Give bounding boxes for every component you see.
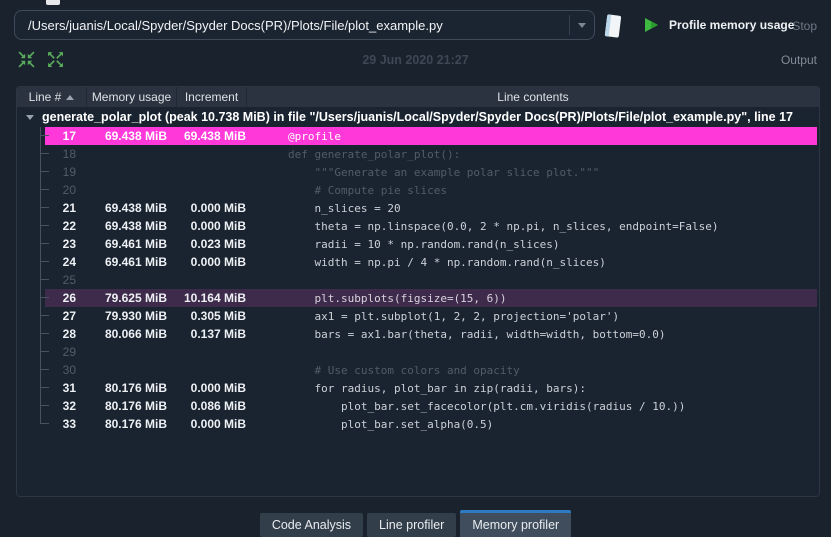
header-line-number[interactable]: Line #	[17, 87, 87, 107]
line-number-cell: 24	[62, 255, 76, 269]
profile-button-label: Profile memory usage	[669, 18, 795, 32]
function-root-label: generate_polar_plot (peak 10.738 MiB) in…	[42, 110, 793, 124]
memory-usage-cell: 80.176 MiB	[104, 381, 167, 395]
table-row[interactable]: 22 69.438 MiB 0.000 MiB theta = np.linspac…	[40, 217, 817, 235]
line-number-cell: 21	[62, 201, 76, 215]
memory-usage-cell: 79.930 MiB	[104, 309, 167, 323]
memory-usage-cell: 69.438 MiB	[104, 201, 167, 215]
increment-cell: 0.023 MiB	[190, 237, 246, 251]
code-cell: ax1 = plt.subplot(1, 2, 2, projection='p…	[288, 309, 620, 323]
profile-memory-usage-button[interactable]: Profile memory usage	[642, 16, 794, 34]
line-number-cell: 19	[62, 165, 76, 179]
code-cell: plot_bar.set_facecolor(plt.cm.viridis(ra…	[288, 399, 686, 413]
profiler-tabbar: Code Analysis Line profiler Memory profile…	[0, 508, 831, 537]
code-cell: n_slices = 20	[288, 201, 401, 215]
line-number-cell: 28	[62, 327, 76, 341]
combobox-dropdown-button[interactable]	[569, 15, 594, 35]
table-row[interactable]: 27 79.930 MiB 0.305 MiB ax1 = plt.subplot(…	[40, 307, 817, 325]
memory-usage-cell: 69.461 MiB	[104, 237, 167, 251]
table-row[interactable]: 28 80.066 MiB 0.137 MiB bars = ax1.bar(the…	[40, 325, 817, 343]
header-memory-usage[interactable]: Memory usage	[87, 87, 177, 107]
line-number-cell: 18	[62, 147, 76, 161]
memory-usage-cell: 79.625 MiB	[104, 291, 167, 305]
line-number-cell: 17	[62, 129, 76, 143]
line-number-cell: 29	[62, 345, 76, 359]
line-number-cell: 32	[62, 399, 76, 413]
increment-cell: 0.000 MiB	[190, 255, 246, 269]
line-number-cell: 33	[62, 417, 76, 431]
code-cell: # Use custom colors and opacity	[288, 363, 520, 377]
table-row[interactable]: 32 80.176 MiB 0.086 MiB plot_bar.set_facec…	[40, 397, 817, 415]
memory-profiler-table: Line # Memory usage Increment Line conte…	[16, 86, 820, 497]
code-cell: for radius, plot_bar in zip(radii, bars)…	[288, 381, 587, 395]
code-cell: plot_bar.set_alpha(0.5)	[288, 417, 494, 431]
line-number-cell: 26	[62, 291, 76, 305]
notebook-icon[interactable]	[601, 13, 625, 45]
sort-ascending-icon	[66, 94, 75, 100]
header-line-contents[interactable]: Line contents	[247, 87, 819, 107]
tab-line-profiler[interactable]: Line profiler	[367, 513, 457, 537]
output-button[interactable]: Output	[781, 53, 817, 67]
line-number-cell: 25	[62, 273, 76, 287]
code-cell: width = np.pi / 4 * np.random.rand(n_sli…	[288, 255, 606, 269]
play-icon	[645, 18, 658, 32]
increment-cell: 69.438 MiB	[183, 129, 246, 143]
increment-cell: 0.000 MiB	[190, 381, 246, 395]
table-header: Line # Memory usage Increment Line conte…	[17, 87, 819, 107]
increment-cell: 0.137 MiB	[190, 327, 246, 341]
line-number-cell: 23	[62, 237, 76, 251]
code-cell: bars = ax1.bar(theta, radii, width=width…	[288, 327, 666, 341]
increment-cell: 0.000 MiB	[190, 219, 246, 233]
line-number-cell: 30	[62, 363, 76, 377]
increment-cell: 0.305 MiB	[190, 309, 246, 323]
tree-expanded-icon	[26, 114, 34, 120]
memory-usage-cell: 69.438 MiB	[104, 129, 167, 143]
memory-usage-cell: 69.461 MiB	[104, 255, 167, 269]
table-row[interactable]: 25	[40, 271, 817, 289]
table-row[interactable]: 24 69.461 MiB 0.000 MiB width = np.pi / 4 …	[40, 253, 817, 271]
file-path-value: /Users/juanis/Local/Spyder/Spyder Docs(P…	[28, 17, 443, 33]
memory-usage-cell: 69.438 MiB	[104, 219, 167, 233]
code-cell: plt.subplots(figsize=(15, 6))	[288, 291, 507, 305]
table-row[interactable]: 18 def generate_polar_plot():	[40, 145, 817, 163]
code-cell: @profile	[288, 129, 341, 143]
line-number-cell: 31	[62, 381, 76, 395]
table-row[interactable]: 26 79.625 MiB 10.164 MiB plt.subplots(figs…	[40, 289, 817, 307]
table-row[interactable]: 30 # Use custom colors and opacity	[40, 361, 817, 379]
code-cell: def generate_polar_plot():	[288, 147, 461, 161]
memory-usage-cell: 80.176 MiB	[104, 399, 167, 413]
code-cell: # Compute pie slices	[288, 183, 447, 197]
table-row[interactable]: 31 80.176 MiB 0.000 MiB for radius, plot_b…	[40, 379, 817, 397]
increment-cell: 0.000 MiB	[190, 201, 246, 215]
table-row[interactable]: 19 """Generate an example polar slice pl…	[40, 163, 817, 181]
stop-button[interactable]: Stop	[792, 19, 817, 33]
profile-timestamp: 29 Jun 2020 21:27	[362, 53, 469, 67]
memory-usage-cell: 80.066 MiB	[104, 327, 167, 341]
tab-code-analysis[interactable]: Code Analysis	[259, 513, 364, 537]
function-root-row[interactable]: generate_polar_plot (peak 10.738 MiB) in…	[17, 107, 819, 127]
file-path-combobox[interactable]: /Users/juanis/Local/Spyder/Spyder Docs(P…	[14, 10, 595, 40]
code-cell: theta = np.linspace(0.0, 2 * np.pi, n_sl…	[288, 219, 719, 233]
table-row[interactable]: 21 69.438 MiB 0.000 MiB n_slices = 20	[40, 199, 817, 217]
line-number-cell: 20	[62, 183, 76, 197]
increment-cell: 0.000 MiB	[190, 417, 246, 431]
table-row[interactable]: 33 80.176 MiB 0.000 MiB plot_bar.set_alpha…	[40, 415, 817, 433]
increment-cell: 0.086 MiB	[190, 399, 246, 413]
code-cell: """Generate an example polar slice plot.…	[288, 165, 600, 179]
top-tab-indicator	[46, 0, 60, 5]
increment-cell: 10.164 MiB	[183, 291, 246, 305]
header-increment[interactable]: Increment	[177, 87, 247, 107]
table-row[interactable]: 23 69.461 MiB 0.023 MiB radii = 10 * np.ra…	[40, 235, 817, 253]
line-number-cell: 27	[62, 309, 76, 323]
chevron-down-icon	[578, 22, 586, 28]
table-row[interactable]: 17 69.438 MiB 69.438 MiB @profile	[40, 127, 817, 145]
tab-memory-profiler[interactable]: Memory profiler	[460, 510, 572, 537]
code-cell: radii = 10 * np.random.rand(n_slices)	[288, 237, 560, 251]
table-row[interactable]: 29	[40, 343, 817, 361]
memory-usage-cell: 80.176 MiB	[104, 417, 167, 431]
line-number-cell: 22	[62, 219, 76, 233]
table-row[interactable]: 20 # Compute pie slices	[40, 181, 817, 199]
